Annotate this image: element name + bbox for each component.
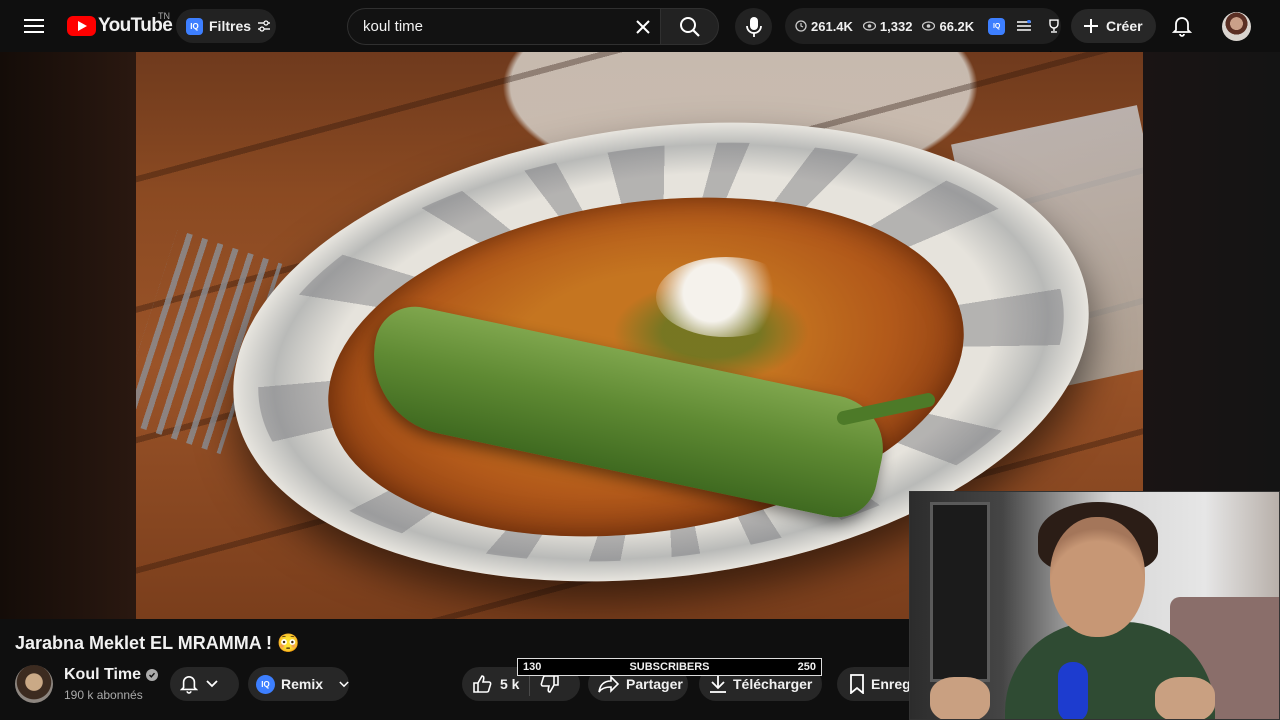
filter-icon bbox=[258, 20, 271, 32]
webcam-overlay bbox=[909, 491, 1280, 720]
bell-icon bbox=[180, 676, 198, 694]
channel-avatar[interactable] bbox=[15, 665, 53, 703]
user-avatar[interactable] bbox=[1222, 12, 1251, 41]
channel-name-row[interactable]: Koul Time bbox=[64, 666, 159, 684]
visible-stat: 66.2K bbox=[922, 19, 974, 34]
notifications-button[interactable] bbox=[1166, 10, 1198, 42]
share-label: Partager bbox=[626, 676, 683, 692]
plus-icon bbox=[1084, 19, 1098, 33]
search-icon bbox=[679, 16, 700, 37]
verified-icon bbox=[146, 669, 159, 681]
visible-value: 66.2K bbox=[939, 18, 975, 34]
bookmark-icon bbox=[850, 674, 864, 694]
search-button[interactable] bbox=[660, 8, 719, 45]
views-value: 1,332 bbox=[879, 18, 913, 34]
play-icon bbox=[67, 16, 96, 36]
eye-icon bbox=[922, 21, 936, 31]
background-door bbox=[930, 502, 990, 682]
like-count[interactable]: 5 k bbox=[500, 676, 519, 692]
share-icon bbox=[598, 675, 620, 693]
subscription-bell-button[interactable] bbox=[170, 667, 239, 701]
search-input[interactable] bbox=[363, 18, 618, 35]
menu-button[interactable] bbox=[18, 10, 50, 42]
save-label: Enreg bbox=[871, 676, 911, 692]
filters-button[interactable]: IQ Filtres bbox=[176, 9, 276, 43]
goal-start: 130 bbox=[523, 661, 542, 673]
download-label: Télécharger bbox=[733, 676, 813, 692]
video-title: Jarabna Meklet EL MRAMMA ! 😳 bbox=[15, 633, 300, 653]
eye-icon bbox=[862, 21, 876, 31]
mic-icon bbox=[745, 16, 762, 37]
top-bar: YouTube TN IQ Filtres 261.4K 1,332 66.2K… bbox=[0, 0, 1280, 52]
goal-label: SUBSCRIBERS bbox=[629, 661, 710, 673]
stats-widget: 261.4K 1,332 66.2K IQ bbox=[785, 8, 1061, 44]
download-icon bbox=[710, 675, 726, 693]
voice-search-button[interactable] bbox=[735, 8, 772, 45]
goal-end: 250 bbox=[797, 661, 816, 673]
close-icon bbox=[636, 20, 650, 34]
bell-icon bbox=[1172, 17, 1192, 37]
filters-label: Filtres bbox=[209, 18, 252, 34]
subscriber-count: 190 k abonnés bbox=[64, 688, 143, 702]
onion-topping bbox=[656, 257, 796, 337]
clear-search-button[interactable] bbox=[628, 12, 658, 42]
microphone bbox=[1058, 662, 1088, 719]
watch-time-stat: 261.4K bbox=[795, 19, 853, 34]
person-hand-right bbox=[1155, 677, 1215, 719]
iq-badge[interactable]: IQ bbox=[988, 17, 1006, 35]
chevron-down-icon bbox=[206, 680, 218, 688]
thumbs-down-icon[interactable] bbox=[540, 674, 560, 694]
watch-time-value: 261.4K bbox=[811, 18, 853, 34]
person-hand-left bbox=[930, 677, 990, 719]
chevron-down-icon bbox=[339, 680, 349, 687]
remix-button[interactable]: IQ Remix bbox=[248, 667, 349, 701]
trophy-icon[interactable] bbox=[1047, 19, 1061, 33]
iq-badge: IQ bbox=[256, 674, 275, 694]
list-icon[interactable] bbox=[1017, 20, 1032, 32]
clock-icon bbox=[795, 20, 807, 32]
views-stat: 1,332 bbox=[862, 18, 913, 34]
search-box bbox=[347, 8, 661, 45]
person-head bbox=[1050, 517, 1145, 637]
iq-badge: IQ bbox=[186, 17, 203, 35]
create-label: Créer bbox=[1106, 18, 1143, 34]
subscriber-goal-bar: 130 SUBSCRIBERS 250 bbox=[517, 658, 822, 676]
remix-label: Remix bbox=[280, 676, 324, 692]
menu-icon bbox=[24, 19, 44, 33]
youtube-logo[interactable]: YouTube bbox=[67, 13, 173, 39]
channel-name[interactable]: Koul Time bbox=[64, 666, 141, 684]
thumbs-up-icon[interactable] bbox=[472, 674, 492, 694]
create-button[interactable]: Créer bbox=[1071, 9, 1156, 43]
country-code: TN bbox=[158, 11, 170, 21]
